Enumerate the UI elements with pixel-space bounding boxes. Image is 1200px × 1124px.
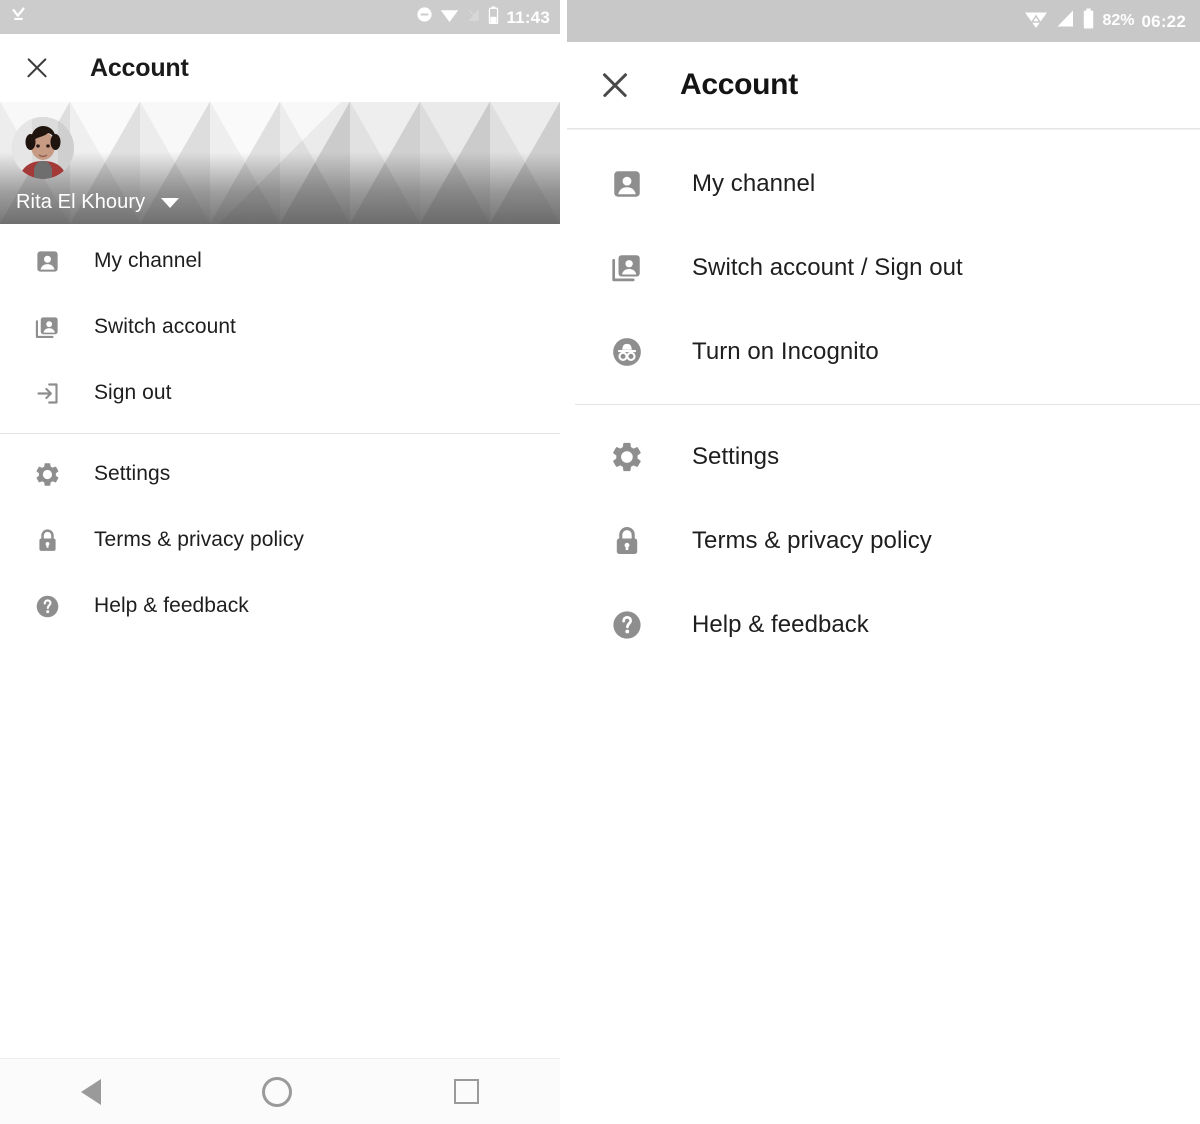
android-nav-bar	[0, 1058, 560, 1124]
menu-item-terms-privacy[interactable]: Terms & privacy policy	[567, 499, 1200, 583]
menu-item-settings[interactable]: Settings	[567, 415, 1200, 499]
left-menu-group-1: My channel Switch account Sign out	[0, 228, 560, 426]
menu-item-label: Sign out	[94, 381, 172, 404]
menu-item-label: Help & feedback	[94, 594, 249, 617]
download-done-icon	[10, 6, 27, 29]
left-menu-group-2: Settings Terms & privacy policy Help & f…	[0, 441, 560, 639]
left-app-bar: Account	[0, 34, 560, 102]
incognito-icon	[607, 332, 647, 372]
switch-account-icon	[30, 310, 64, 344]
battery-percent: 82%	[1102, 12, 1135, 29]
gear-icon	[30, 457, 64, 491]
menu-item-label: Help & feedback	[692, 611, 869, 638]
back-triangle-icon[interactable]	[80, 1078, 101, 1105]
menu-item-label: My channel	[94, 249, 202, 272]
wifi-icon	[440, 7, 459, 28]
menu-item-label: Switch account	[94, 315, 236, 338]
channel-banner: Rita El Khoury	[0, 102, 560, 224]
menu-item-turn-on-incognito[interactable]: Turn on Incognito	[567, 310, 1200, 394]
menu-item-my-channel[interactable]: My channel	[0, 228, 560, 294]
page-title: Account	[680, 68, 798, 101]
right-phone-screen: 82% 06:22 Account My channel Switch acco…	[567, 0, 1200, 1124]
menu-item-label: Turn on Incognito	[692, 338, 879, 365]
avatar[interactable]	[12, 117, 74, 179]
battery-icon	[488, 5, 499, 29]
page-title: Account	[90, 53, 189, 82]
menu-item-terms-privacy[interactable]: Terms & privacy policy	[0, 507, 560, 573]
menu-item-help-feedback[interactable]: Help & feedback	[567, 583, 1200, 667]
home-circle-icon[interactable]	[262, 1076, 293, 1107]
gear-icon	[607, 437, 647, 477]
menu-item-switch-account-sign-out[interactable]: Switch account / Sign out	[567, 226, 1200, 310]
menu-item-label: Terms & privacy policy	[692, 527, 932, 554]
lock-icon	[607, 521, 647, 561]
sign-out-icon	[30, 376, 64, 410]
left-phone-screen: 11:43 Account Rita El Khoury My channel …	[0, 0, 560, 1124]
menu-item-label: Terms & privacy policy	[94, 528, 304, 551]
left-status-time: 11:43	[506, 7, 550, 27]
menu-item-switch-account[interactable]: Switch account	[0, 294, 560, 360]
account-switcher[interactable]: Rita El Khoury	[16, 191, 180, 214]
account-box-icon	[30, 244, 64, 278]
signal-bars-icon	[1055, 9, 1075, 33]
left-menu-divider	[0, 433, 560, 434]
help-circle-icon	[30, 589, 64, 623]
menu-item-my-channel[interactable]: My channel	[567, 142, 1200, 226]
switch-account-icon	[607, 248, 647, 288]
close-icon[interactable]	[22, 53, 52, 83]
menu-item-settings[interactable]: Settings	[0, 441, 560, 507]
recents-square-icon[interactable]	[454, 1079, 480, 1104]
account-box-icon	[607, 164, 647, 204]
menu-item-label: Settings	[94, 462, 171, 485]
battery-icon	[1082, 8, 1095, 34]
dual-screenshot-stage: 11:43 Account Rita El Khoury My channel …	[0, 0, 1200, 1124]
right-status-time: 06:22	[1141, 11, 1186, 31]
caret-down-icon[interactable]	[161, 197, 180, 208]
right-menu-divider	[575, 404, 1200, 405]
menu-item-sign-out[interactable]: Sign out	[0, 360, 560, 426]
menu-item-label: Switch account / Sign out	[692, 254, 963, 281]
right-status-bar: 82% 06:22	[567, 0, 1200, 42]
left-status-bar: 11:43	[0, 0, 560, 34]
lock-icon	[30, 523, 64, 557]
menu-item-help-feedback[interactable]: Help & feedback	[0, 573, 560, 639]
menu-item-label: My channel	[692, 170, 816, 197]
menu-item-label: Settings	[692, 443, 780, 470]
right-app-bar: Account	[567, 42, 1200, 128]
signal-off-icon	[466, 7, 481, 28]
do-not-disturb-icon	[416, 6, 433, 28]
right-menu-group-2: Settings Terms & privacy policy Help & f…	[567, 415, 1200, 667]
wifi-icon	[1024, 9, 1048, 34]
account-name: Rita El Khoury	[16, 191, 146, 213]
close-icon[interactable]	[597, 67, 633, 103]
help-circle-icon	[607, 605, 647, 645]
right-menu-group-1: My channel Switch account / Sign out Tur…	[567, 142, 1200, 394]
